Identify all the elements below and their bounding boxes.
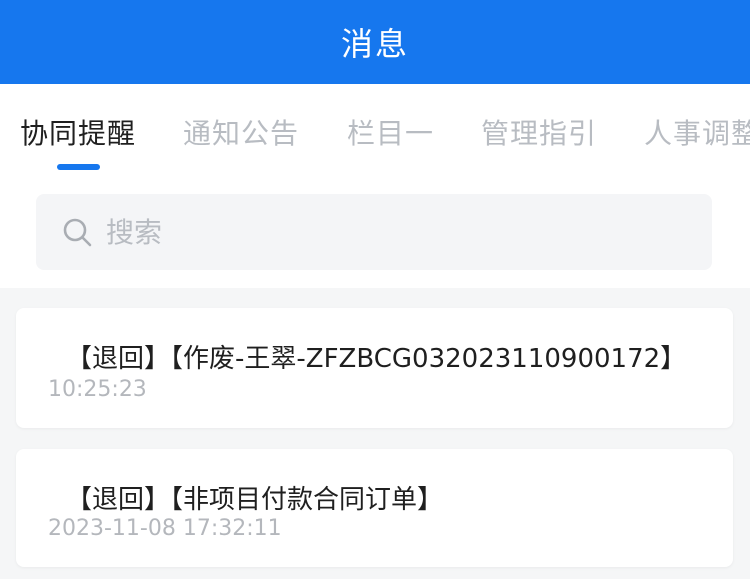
tab-management-guide[interactable]: 管理指引 bbox=[481, 112, 597, 152]
message-time: 10:25:23 bbox=[48, 377, 147, 402]
message-title: 【退回】【非项目付款合同订单】 bbox=[66, 485, 444, 515]
app-header: 消息 bbox=[0, 0, 750, 84]
tab-personnel-changes[interactable]: 人事调整 bbox=[644, 112, 750, 152]
search-icon bbox=[63, 218, 92, 247]
page-title: 消息 bbox=[340, 25, 409, 63]
top-panel: 协同提醒 通知公告 栏目一 管理指引 人事调整 bbox=[0, 84, 750, 288]
search-input[interactable] bbox=[106, 194, 696, 270]
search-bar[interactable] bbox=[36, 194, 712, 270]
active-tab-indicator bbox=[57, 164, 100, 170]
tab-bar: 协同提醒 通知公告 栏目一 管理指引 人事调整 bbox=[0, 84, 750, 184]
tab-collab-reminder[interactable]: 协同提醒 bbox=[20, 112, 136, 152]
tab-announcements[interactable]: 通知公告 bbox=[183, 112, 299, 152]
message-title: 【退回】【作废-王翠-ZFZBCG032023110900172】 bbox=[66, 344, 687, 374]
message-time: 2023-11-08 17:32:11 bbox=[48, 516, 282, 541]
message-card[interactable]: 【退回】【非项目付款合同订单】 2023-11-08 17:32:11 bbox=[16, 449, 733, 567]
tab-column-one[interactable]: 栏目一 bbox=[347, 112, 434, 152]
message-card[interactable]: 【退回】【作废-王翠-ZFZBCG032023110900172】 10:25:… bbox=[16, 308, 733, 428]
